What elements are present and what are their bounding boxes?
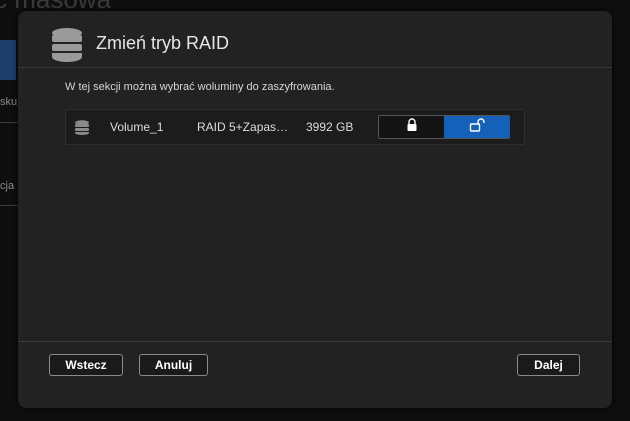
dialog-title: Zmień tryb RAID	[96, 33, 230, 53]
encrypt-locked-button[interactable]	[379, 116, 444, 138]
cancel-button[interactable]: Anuluj	[139, 354, 208, 376]
volume-disk-icon	[74, 120, 90, 135]
lock-closed-icon	[406, 117, 418, 137]
dialog-header: Zmień tryb RAID	[18, 11, 612, 68]
dialog-description: W tej sekcji można wybrać woluminy do za…	[65, 81, 335, 93]
back-button[interactable]: Wstecz	[49, 354, 123, 376]
dialog-footer-divider	[18, 341, 612, 342]
database-icon	[50, 27, 84, 63]
next-button[interactable]: Dalej	[517, 354, 580, 376]
encrypt-unlocked-button[interactable]	[444, 116, 509, 138]
volume-size: 3992 GB	[306, 120, 354, 134]
background-divider	[0, 205, 18, 206]
change-raid-dialog: Zmień tryb RAID W tej sekcji można wybra…	[18, 11, 612, 408]
volume-row: Volume_1 RAID 5+Zapas… 3992 GB	[65, 109, 525, 145]
background-sidebar-selected	[0, 40, 16, 80]
volume-name: Volume_1	[110, 120, 164, 134]
lock-open-icon	[469, 117, 485, 137]
volume-raid-type: RAID 5+Zapas…	[197, 120, 289, 134]
background-sidebar-item: sku	[0, 96, 18, 108]
encryption-toggle	[378, 115, 510, 139]
background-sidebar-item: cja	[0, 180, 15, 192]
background-divider	[0, 122, 18, 123]
